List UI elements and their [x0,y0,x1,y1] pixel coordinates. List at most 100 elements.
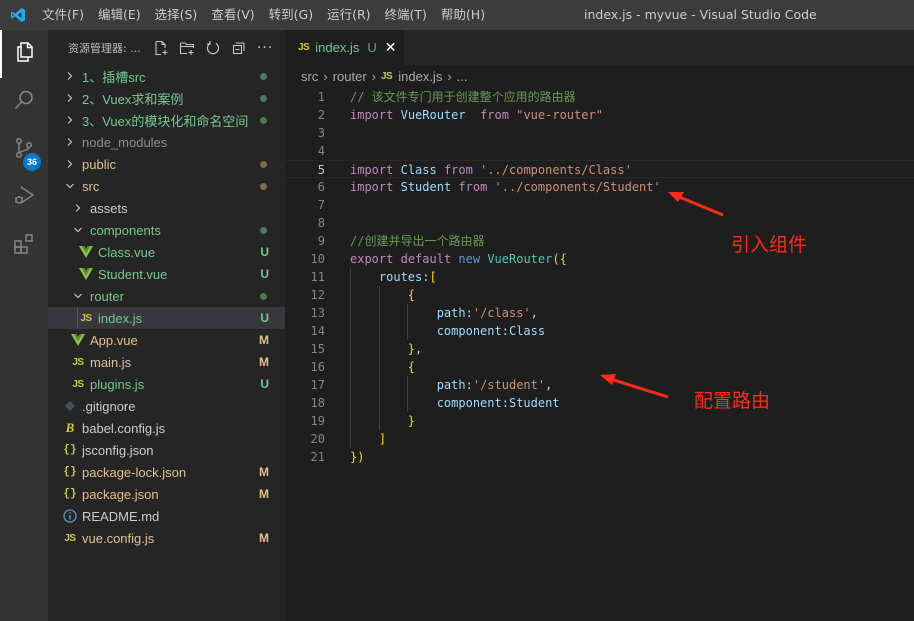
tree-item[interactable]: JS main.js M [48,351,285,373]
tree-item[interactable]: JS plugins.js U [48,373,285,395]
tree-item[interactable]: 2、Vuex求和案例 [48,87,285,109]
tree-item[interactable]: JS vue.config.js M [48,527,285,549]
editor-area: JS index.js U ✕ src › router › JS index.… [285,30,914,621]
breadcrumb-src[interactable]: src [301,69,318,84]
line-number: 17 [310,378,325,392]
file-tree: 1、插槽src 2、Vuex求和案例 3、Vuex的模块化和命名空间 node_mod… [48,65,285,549]
activity-search[interactable] [0,78,48,126]
git-status-badge: M [259,355,269,369]
more-actions-button[interactable]: ··· [252,37,278,59]
menu-item[interactable]: 编辑(E) [91,0,148,30]
chevron-right-icon[interactable] [70,203,86,213]
code-token: : [465,306,473,320]
chevron-right-icon[interactable] [62,71,78,81]
code-token: import [350,108,394,122]
chevron-down-icon[interactable] [62,181,78,191]
tree-item[interactable]: Student.vue U [48,263,285,285]
code-token: : [465,378,473,392]
menu-item[interactable]: 查看(V) [204,0,261,30]
tree-item[interactable]: App.vue M [48,329,285,351]
chevron-down-icon[interactable] [70,225,86,235]
tree-item[interactable]: JS index.js U [48,307,285,329]
collapse-all-button[interactable] [226,37,252,59]
tree-item[interactable]: Class.vue U [48,241,285,263]
chevron-right-icon[interactable] [62,93,78,103]
line-number: 20 [310,432,325,446]
line-number: 10 [310,252,325,266]
close-icon[interactable]: ✕ [385,39,397,56]
chevron-down-icon[interactable] [70,291,86,301]
git-status-badge: M [259,333,269,347]
menu-item[interactable]: 文件(F) [35,0,91,30]
activity-bar: 36 [0,30,48,621]
tree-item[interactable]: 1、插槽src [48,65,285,87]
code-token: Class [400,163,437,177]
refresh-button[interactable] [200,37,226,59]
code-token: export [350,252,394,266]
tab-index-js[interactable]: JS index.js U ✕ [285,30,404,65]
new-folder-button[interactable] [174,37,200,59]
code-line: 1 // 该文件专门用于创建整个应用的路由器 [285,88,914,106]
activity-explorer[interactable] [0,30,48,78]
tree-item[interactable]: Bbabel.config.js [48,417,285,439]
line-number: 21 [310,450,325,464]
more-icon: ··· [256,39,274,56]
activity-source-control[interactable]: 36 [0,126,48,174]
chevron-right-icon[interactable] [62,115,78,125]
menu-item[interactable]: 终端(T) [378,0,434,30]
menu-item[interactable]: 转到(G) [262,0,320,30]
tree-item[interactable]: components [48,219,285,241]
js-file-icon: JS [72,378,84,390]
tree-item-label: assets [90,200,128,216]
code-line: 4 [285,142,914,160]
explorer-title: 资源管理器: ... [68,41,141,55]
tree-item-label: 3、Vuex的模块化和命名空间 [82,113,249,129]
tree-item[interactable]: node_modules [48,131,285,153]
tree-item[interactable]: src [48,175,285,197]
tree-item[interactable]: 3、Vuex的模块化和命名空间 [48,109,285,131]
chevron-right-icon[interactable] [62,137,78,147]
files-icon [13,40,37,68]
code-text: { [350,358,415,376]
activity-extensions[interactable] [0,222,48,270]
menu-item[interactable]: 运行(R) [320,0,377,30]
new-file-button[interactable] [148,37,174,59]
tree-item[interactable]: router [48,285,285,307]
tree-item-label: router [90,288,124,304]
breadcrumb-router[interactable]: router [333,69,367,84]
tree-item-label: Student.vue [98,266,168,282]
code-text: // 该文件专门用于创建整个应用的路由器 [350,88,576,106]
menu-item[interactable]: 帮助(H) [434,0,492,30]
code-token: Class [508,324,546,338]
activity-run-debug[interactable] [0,174,48,222]
line-number: 4 [317,144,325,158]
tree-item[interactable]: public [48,153,285,175]
code-token: : [422,270,430,284]
menu-item[interactable]: 选择(S) [148,0,205,30]
code-token: import [350,180,394,194]
chevron-right-icon[interactable] [62,159,78,169]
tree-item[interactable]: .gitignore [48,395,285,417]
tree-item-label: 2、Vuex求和案例 [82,91,184,107]
vue-file-icon [78,246,94,258]
tree-item[interactable]: {} jsconfig.json [48,439,285,461]
babel-file-icon: B [65,420,75,435]
tab-bar: JS index.js U ✕ [285,30,914,65]
chevron-right-icon: › [371,68,376,84]
breadcrumb: src › router › JS index.js › ... [285,65,914,87]
tree-item[interactable]: assets [48,197,285,219]
refresh-icon [206,40,220,54]
tree-item[interactable]: {} package-lock.json M [48,461,285,483]
code-token: '/class' [472,306,531,320]
tree-item-label: README.md [82,508,160,524]
code-editor[interactable]: 1 // 该文件专门用于创建整个应用的路由器 2 import VueRouter f… [285,87,914,466]
breadcrumb-file[interactable]: index.js [398,69,442,84]
breadcrumb-symbol[interactable]: ... [457,69,468,84]
line-number: 1 [317,90,325,104]
tree-item[interactable]: README.md [48,505,285,527]
tree-item[interactable]: {} package.json M [48,483,285,505]
